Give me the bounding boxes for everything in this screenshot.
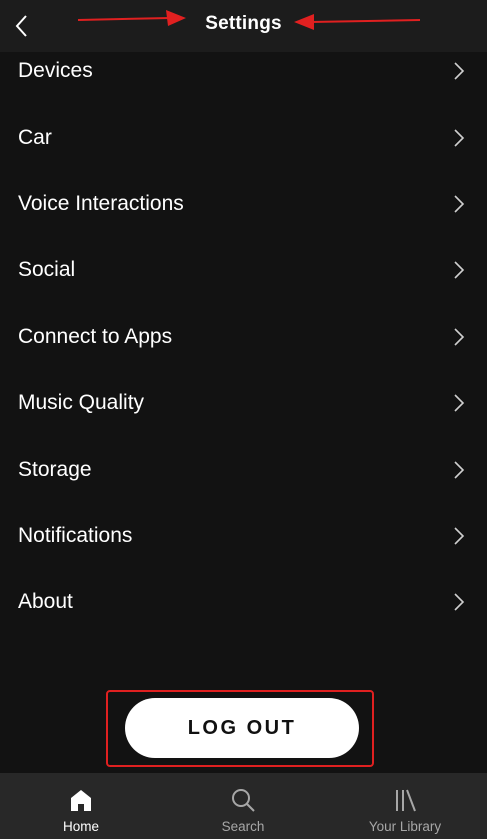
settings-item-social[interactable]: Social xyxy=(0,237,487,303)
settings-item-label: Music Quality xyxy=(18,391,145,415)
chevron-right-icon xyxy=(453,61,465,81)
library-icon xyxy=(391,786,419,814)
chevron-right-icon xyxy=(453,194,465,214)
tab-home[interactable]: Home xyxy=(0,773,162,839)
chevron-right-icon xyxy=(453,526,465,546)
settings-item-label: Notifications xyxy=(18,523,133,547)
settings-item-storage[interactable]: Storage xyxy=(0,436,487,502)
settings-item-car[interactable]: Car xyxy=(0,104,487,170)
chevron-right-icon xyxy=(453,260,465,280)
settings-item-label: About xyxy=(18,590,73,614)
settings-item-music-quality[interactable]: Music Quality xyxy=(0,370,487,436)
settings-item-label: Connect to Apps xyxy=(18,324,173,348)
settings-item-label: Social xyxy=(18,258,76,282)
settings-item-label: Storage xyxy=(18,457,92,481)
settings-list: Devices Car Voice Interactions Social Co… xyxy=(0,38,487,636)
logout-button[interactable]: LOG OUT xyxy=(125,698,359,758)
search-icon xyxy=(229,786,257,814)
settings-item-label: Devices xyxy=(18,59,93,83)
settings-item-label: Car xyxy=(18,125,52,149)
settings-item-label: Voice Interactions xyxy=(18,191,184,215)
settings-item-devices[interactable]: Devices xyxy=(0,38,487,104)
tab-label: Your Library xyxy=(368,819,442,834)
page-title: Settings xyxy=(205,13,282,34)
tab-label: Home xyxy=(62,819,99,834)
tab-your-library[interactable]: Your Library xyxy=(324,773,486,839)
chevron-right-icon xyxy=(453,460,465,480)
settings-item-notifications[interactable]: Notifications xyxy=(0,503,487,569)
chevron-right-icon xyxy=(453,327,465,347)
chevron-right-icon xyxy=(453,592,465,612)
tab-search[interactable]: Search xyxy=(162,773,324,839)
settings-item-about[interactable]: About xyxy=(0,569,487,635)
chevron-right-icon xyxy=(453,128,465,148)
chevron-right-icon xyxy=(453,393,465,413)
tab-label: Search xyxy=(221,819,265,834)
home-icon xyxy=(67,786,95,814)
settings-item-connect-to-apps[interactable]: Connect to Apps xyxy=(0,304,487,370)
settings-item-voice-interactions[interactable]: Voice Interactions xyxy=(0,171,487,237)
bottom-tab-bar: Home Search Your Library xyxy=(0,773,487,839)
